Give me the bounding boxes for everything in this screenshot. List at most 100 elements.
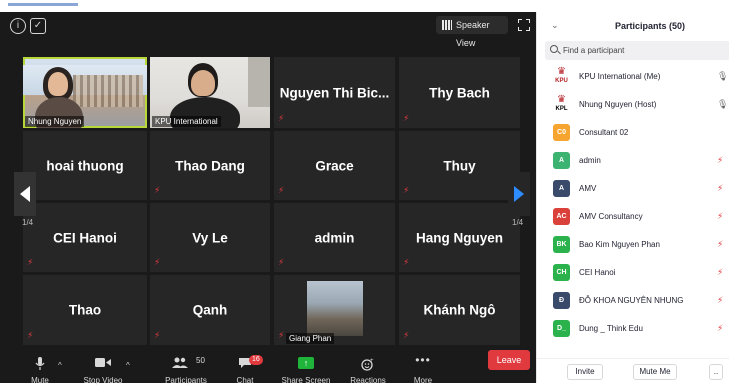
participant-name: KPU International (Me) bbox=[579, 72, 661, 81]
participant-tile[interactable]: Thao ⚡ bbox=[23, 275, 147, 345]
stop-video-label: Stop Video bbox=[83, 376, 123, 385]
info-icon[interactable]: i bbox=[10, 18, 26, 34]
meeting-area: i ✓ Speaker View Nhung Nguyen KPU Intern… bbox=[0, 12, 536, 385]
stop-video-button[interactable]: Stop Video bbox=[75, 351, 131, 385]
tile-name: Qanh bbox=[192, 302, 228, 318]
mic-muted-icon: ⚡ bbox=[154, 185, 161, 195]
mic-muted-icon[interactable]: ⚡ bbox=[717, 323, 725, 335]
tile-name: CEI Hanoi bbox=[53, 230, 117, 245]
participant-tile[interactable]: Giang Phan ⚡ bbox=[274, 275, 395, 345]
mic-muted-icon: ⚡ bbox=[154, 257, 161, 267]
chat-label: Chat bbox=[236, 376, 254, 385]
mic-muted-icon[interactable]: ⚡ bbox=[717, 155, 725, 167]
kpu-logo: ♛ KPU bbox=[553, 67, 570, 85]
more-label: More bbox=[413, 376, 433, 385]
tile-name: Thuy bbox=[443, 158, 476, 173]
mic-muted-icon[interactable]: ⚡ bbox=[717, 239, 725, 251]
app-window: i ✓ Speaker View Nhung Nguyen KPU Intern… bbox=[0, 0, 729, 385]
reactions-button[interactable]: + Reactions bbox=[340, 351, 396, 385]
chevron-down-icon[interactable]: ⌄ bbox=[551, 20, 559, 31]
participant-row[interactable]: A AMV ⚡ bbox=[537, 176, 729, 204]
participant-tile[interactable]: Vy Le ⚡ bbox=[150, 203, 270, 272]
video-camera-icon bbox=[95, 358, 111, 367]
mic-muted-icon: ⚡ bbox=[154, 330, 161, 340]
microphone-icon[interactable]: 🎙 bbox=[717, 71, 728, 83]
participant-tile[interactable]: hoai thuong ⚡ bbox=[23, 131, 147, 200]
page-indicator: 1/4 bbox=[512, 218, 524, 227]
participants-count: 50 bbox=[196, 356, 205, 365]
mute-options-caret-icon[interactable]: ^ bbox=[58, 361, 62, 370]
participant-row[interactable]: A admin ⚡ bbox=[537, 148, 729, 176]
reactions-icon: + bbox=[361, 358, 374, 371]
grid-icon bbox=[442, 20, 452, 30]
arrow-right-icon bbox=[514, 186, 524, 202]
tile-name: Khánh Ngô bbox=[423, 302, 496, 318]
participant-name: AMV Consultancy bbox=[579, 212, 643, 221]
participant-tile[interactable]: Thy Bach ⚡ bbox=[399, 57, 520, 128]
participant-row[interactable]: AC AMV Consultancy ⚡ bbox=[537, 204, 729, 232]
mic-muted-icon: ⚡ bbox=[403, 330, 410, 340]
participant-tile[interactable]: Hang Nguyen ⚡ bbox=[399, 203, 520, 272]
arrow-left-icon bbox=[20, 186, 30, 202]
participant-tile[interactable]: Qanh ⚡ bbox=[150, 275, 270, 345]
participant-name: AMV bbox=[579, 184, 597, 193]
participant-row[interactable]: ♛ KPL Nhung Nguyen (Host) 🎙 bbox=[537, 92, 729, 120]
tile-name: Vy Le bbox=[192, 230, 228, 245]
avatar: D_ bbox=[553, 320, 570, 337]
mic-muted-icon[interactable]: ⚡ bbox=[717, 267, 725, 279]
participant-tile[interactable]: Nguyen Thi Bic... ⚡ bbox=[274, 57, 395, 128]
mic-muted-icon[interactable]: ⚡ bbox=[717, 183, 725, 195]
tile-name: admin bbox=[314, 230, 355, 245]
chat-button[interactable]: 16 Chat bbox=[217, 351, 273, 385]
participant-row[interactable]: D_ Dung _ Think Edu ⚡ bbox=[537, 316, 729, 344]
participant-name: Nhung Nguyen (Host) bbox=[579, 100, 657, 109]
tile-name-label: KPU International bbox=[152, 116, 221, 127]
avatar: Đ bbox=[553, 292, 570, 309]
participant-row[interactable]: Đ ĐỖ KHOA NGUYÊN NHUNG ⚡ bbox=[537, 288, 729, 316]
tile-name-label: Giang Phan bbox=[286, 333, 335, 344]
participant-tile[interactable]: Thuy ⚡ bbox=[399, 131, 520, 200]
share-screen-button[interactable]: ↑ Share Screen bbox=[278, 351, 334, 385]
mic-muted-icon: ⚡ bbox=[403, 185, 410, 195]
participant-tile[interactable]: Grace ⚡ bbox=[274, 131, 395, 200]
leave-button[interactable]: Leave bbox=[488, 350, 530, 370]
previous-page-button[interactable] bbox=[14, 172, 36, 216]
tile-name: Thy Bach bbox=[429, 85, 490, 100]
meeting-toolbar: Mute ^ Stop Video ^ 50 Participants 16 C… bbox=[0, 351, 536, 385]
more-options-button[interactable]: .. bbox=[709, 364, 723, 380]
video-options-caret-icon[interactable]: ^ bbox=[126, 361, 130, 370]
participant-tile[interactable]: CEI Hanoi ⚡ bbox=[23, 203, 147, 272]
participants-button[interactable]: 50 Participants bbox=[158, 351, 214, 385]
reactions-label: Reactions bbox=[350, 376, 386, 385]
participants-icon bbox=[172, 357, 188, 368]
participant-row[interactable]: ♛ KPU KPU International (Me) 🎙 bbox=[537, 64, 729, 92]
video-tile[interactable]: Nhung Nguyen bbox=[23, 57, 147, 128]
shield-icon[interactable]: ✓ bbox=[30, 18, 46, 34]
mic-muted-icon: ⚡ bbox=[278, 330, 285, 340]
participant-row[interactable]: C0 Consultant 02 bbox=[537, 120, 729, 148]
next-page-button[interactable] bbox=[508, 172, 530, 216]
mute-me-button[interactable]: Mute Me bbox=[633, 364, 677, 380]
invite-button[interactable]: Invite bbox=[567, 364, 603, 380]
participant-row[interactable]: CH CEI Hanoi ⚡ bbox=[537, 260, 729, 288]
mic-muted-icon: ⚡ bbox=[278, 113, 285, 123]
search-box[interactable] bbox=[545, 41, 729, 60]
mic-muted-icon[interactable]: ⚡ bbox=[717, 211, 725, 223]
participant-tile[interactable]: Khánh Ngô ⚡ bbox=[399, 275, 520, 345]
more-button[interactable]: ••• More bbox=[395, 351, 451, 385]
fullscreen-icon[interactable] bbox=[518, 19, 530, 31]
mic-muted-icon: ⚡ bbox=[278, 257, 285, 267]
kpu-logo: ♛ KPL bbox=[553, 95, 570, 113]
microphone-icon[interactable]: 🎙 bbox=[717, 99, 728, 111]
participant-row[interactable]: BK Bao Kim Nguyen Phan ⚡ bbox=[537, 232, 729, 260]
participant-tile[interactable]: Thao Dang ⚡ bbox=[150, 131, 270, 200]
chat-badge: 16 bbox=[249, 355, 263, 365]
search-input[interactable] bbox=[563, 43, 723, 58]
speaker-view-button[interactable]: Speaker View bbox=[436, 16, 508, 48]
participant-name: admin bbox=[579, 156, 601, 165]
video-tile[interactable]: KPU International bbox=[150, 57, 270, 128]
avatar: BK bbox=[553, 236, 570, 253]
search-icon bbox=[550, 45, 558, 53]
mic-muted-icon[interactable]: ⚡ bbox=[717, 295, 725, 307]
participant-tile[interactable]: admin ⚡ bbox=[274, 203, 395, 272]
